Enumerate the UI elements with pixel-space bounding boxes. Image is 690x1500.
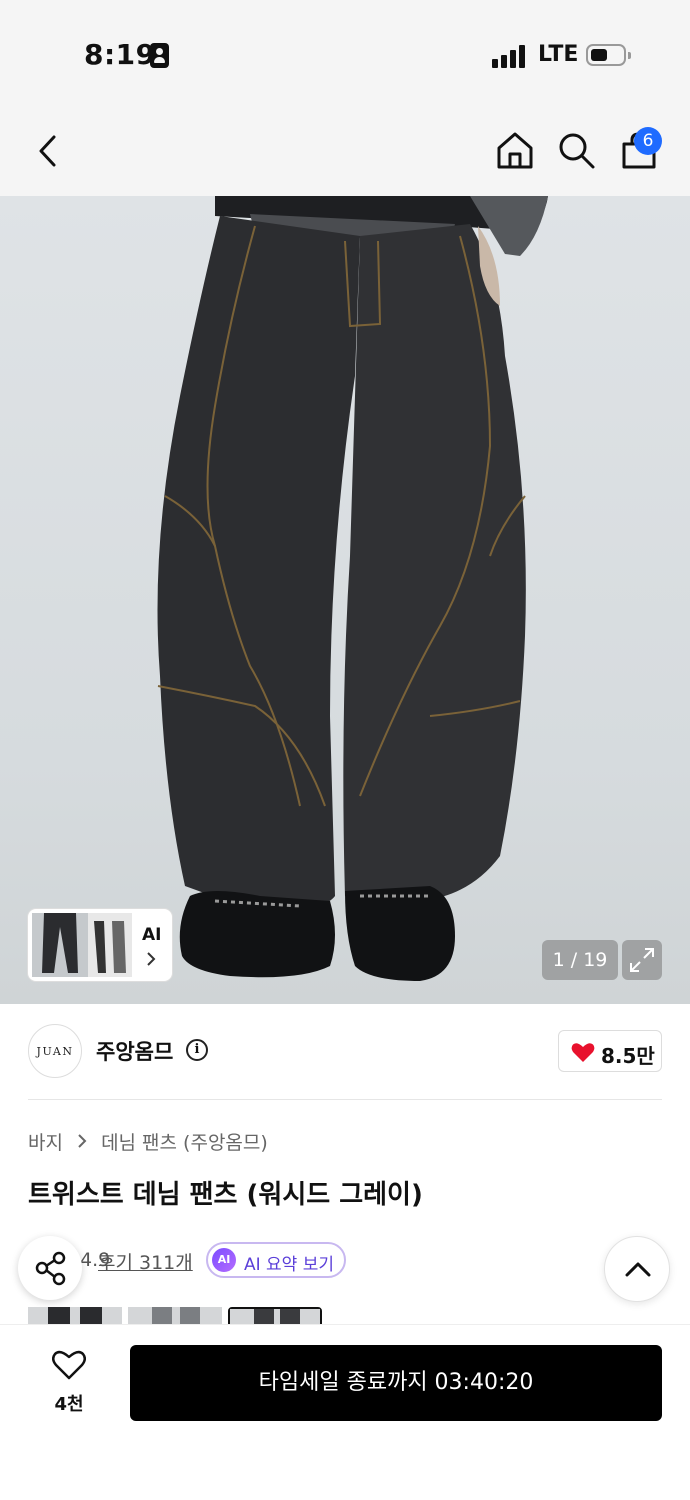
brand-like-button[interactable]: 8.5만 <box>558 1030 662 1072</box>
ai-similar-thumbnail[interactable]: AI <box>28 909 172 981</box>
chevron-up-icon <box>625 1262 651 1277</box>
top-nav <box>0 100 690 196</box>
ai-summary-label: AI 요약 보기 <box>244 1255 335 1275</box>
brand-row: JUAN 주앙옴므 i 8.5만 <box>28 1024 662 1080</box>
share-button[interactable] <box>18 1236 82 1300</box>
purchase-button[interactable]: 타임세일 종료까지 03:40:20 <box>130 1345 662 1421</box>
wishlist-button[interactable]: 4천 <box>40 1344 98 1420</box>
status-time: 8:19 <box>84 38 156 71</box>
product-title: 트위스트 데님 팬츠 (워시드 그레이) <box>28 1180 423 1210</box>
product-photo <box>157 196 548 981</box>
breadcrumb: 바지 데님 팬츠 (주앙옴므) <box>28 1128 268 1158</box>
brand-name[interactable]: 주앙옴므 <box>96 1036 173 1066</box>
home-icon[interactable] <box>495 130 535 170</box>
breadcrumb-item-category[interactable]: 바지 <box>28 1128 63 1155</box>
divider <box>28 1099 662 1100</box>
product-image[interactable] <box>0 196 690 1004</box>
info-icon[interactable]: i <box>186 1039 208 1061</box>
heart-outline-icon <box>52 1350 86 1380</box>
signal-icon <box>492 44 526 68</box>
cart-count-badge: 6 <box>634 127 662 155</box>
ai-summary-button[interactable]: AI AI 요약 보기 <box>206 1242 346 1278</box>
ai-label: AI <box>142 925 162 945</box>
wishlist-count: 4천 <box>54 1394 84 1415</box>
search-icon[interactable] <box>556 130 596 170</box>
reviews-link[interactable]: 후기 311개 <box>98 1248 193 1275</box>
back-icon[interactable] <box>36 134 60 168</box>
id-card-icon <box>150 43 169 68</box>
ai-badge-icon: AI <box>212 1248 236 1272</box>
expand-icon <box>630 948 654 972</box>
status-bar: 8:19 LTE <box>0 0 690 100</box>
share-icon <box>35 1251 66 1286</box>
color-swatch[interactable] <box>128 1307 222 1325</box>
network-label: LTE <box>538 42 579 67</box>
color-swatch-selected[interactable] <box>228 1307 322 1325</box>
scroll-top-button[interactable] <box>604 1236 670 1302</box>
brand-logo[interactable]: JUAN <box>28 1024 82 1078</box>
thumbnail-images <box>32 913 132 977</box>
image-counter: 1 / 19 <box>542 940 618 980</box>
chevron-right-icon <box>77 1131 87 1153</box>
color-swatch[interactable] <box>28 1307 122 1325</box>
heart-icon <box>571 1043 595 1062</box>
color-options <box>28 1307 328 1325</box>
breadcrumb-item-subcategory[interactable]: 데님 팬츠 (주앙옴므) <box>101 1128 268 1155</box>
expand-button[interactable] <box>622 940 662 980</box>
battery-icon <box>586 44 631 66</box>
chevron-right-icon <box>147 952 156 966</box>
brand-like-count: 8.5만 <box>601 1044 655 1068</box>
